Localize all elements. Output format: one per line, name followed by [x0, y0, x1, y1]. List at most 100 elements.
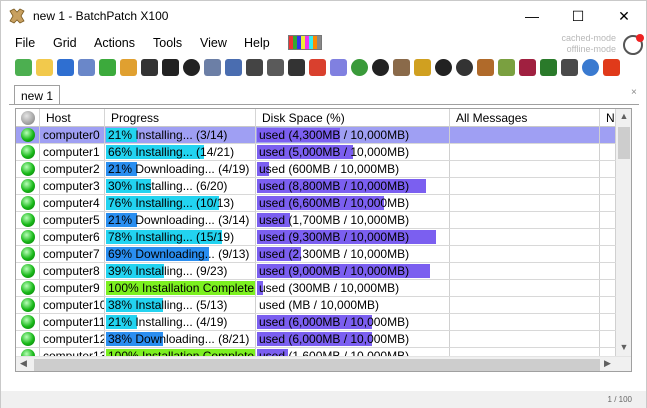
n-cell[interactable] [600, 195, 616, 211]
gear-icon[interactable] [435, 59, 452, 76]
play-icon[interactable] [162, 59, 179, 76]
n-cell[interactable] [600, 161, 616, 177]
search-icon[interactable] [330, 59, 347, 76]
status-cell[interactable] [16, 161, 40, 177]
header-host[interactable]: Host [40, 109, 105, 127]
host-cell[interactable]: computer11 [40, 314, 105, 330]
new-grid-icon[interactable] [15, 59, 32, 76]
scroll-up-icon[interactable]: ▲ [616, 111, 631, 121]
table-row[interactable]: computer4 76% Installing... (10/13) used (… [16, 195, 616, 212]
header-disk-space[interactable]: Disk Space (%) [256, 109, 450, 127]
progress-cell[interactable]: 21% Installing... (3/14) [105, 127, 256, 143]
header-all-messages[interactable]: All Messages [450, 109, 600, 127]
disk-space-cell[interactable]: used (6,000MB / 10,000MB) [256, 314, 450, 330]
table-row[interactable]: computer2 21% Downloading... (4/19) used (… [16, 161, 616, 178]
menu-tools[interactable]: Tools [153, 36, 182, 50]
puzzle-icon[interactable] [498, 59, 515, 76]
table-row[interactable]: computer7 69% Downloading... (9/13) used (… [16, 246, 616, 263]
globe-icon[interactable] [582, 59, 599, 76]
remote-desktop-icon[interactable] [246, 59, 263, 76]
n-cell[interactable] [600, 331, 616, 347]
disk-space-cell[interactable]: used (9,300MB / 10,000MB) [256, 229, 450, 245]
disk-space-cell[interactable]: used (300MB / 10,000MB) [256, 280, 450, 296]
disk-space-cell[interactable]: used (600MB / 10,000MB) [256, 161, 450, 177]
progress-cell[interactable]: 21% Installing... (4/19) [105, 314, 256, 330]
n-cell[interactable] [600, 144, 616, 160]
lock-icon[interactable] [414, 59, 431, 76]
sheet-icon[interactable] [267, 59, 284, 76]
n-cell[interactable] [600, 297, 616, 313]
all-messages-cell[interactable] [450, 161, 600, 177]
menu-view[interactable]: View [200, 36, 227, 50]
package-icon[interactable] [477, 59, 494, 76]
table-row[interactable]: computer6 78% Installing... (15/19) used (… [16, 229, 616, 246]
status-cell[interactable] [16, 297, 40, 313]
progress-cell[interactable]: 21% Downloading... (3/14) [105, 212, 256, 228]
title-bar[interactable]: new 1 - BatchPatch X100 — ☐ ✕ [1, 1, 646, 31]
stop-icon[interactable] [141, 59, 158, 76]
n-cell[interactable] [600, 212, 616, 228]
disk-space-cell[interactable]: used (8,800MB / 10,000MB) [256, 178, 450, 194]
progress-cell[interactable]: 30% Installing... (6/20) [105, 178, 256, 194]
menu-grid[interactable]: Grid [53, 36, 77, 50]
group-icon[interactable] [120, 59, 137, 76]
host-cell[interactable]: computer1 [40, 144, 105, 160]
horizontal-scroll-thumb[interactable] [34, 359, 600, 371]
minimize-button[interactable]: — [509, 1, 555, 31]
status-cell[interactable] [16, 212, 40, 228]
location-icon[interactable] [288, 59, 305, 76]
header-n[interactable]: N [600, 109, 616, 127]
host-cell[interactable]: computer10 [40, 297, 105, 313]
status-cell[interactable] [16, 246, 40, 262]
table-row[interactable]: computer10 38% Installing... (5/13) used (… [16, 297, 616, 314]
status-cell[interactable] [16, 229, 40, 245]
all-messages-cell[interactable] [450, 127, 600, 143]
menu-actions[interactable]: Actions [94, 36, 135, 50]
host-cell[interactable]: computer2 [40, 161, 105, 177]
host-cell[interactable]: computer4 [40, 195, 105, 211]
clock-icon[interactable] [225, 59, 242, 76]
export-icon[interactable] [561, 59, 578, 76]
disk-space-cell[interactable]: used (4,300MB / 10,000MB) [256, 127, 450, 143]
all-messages-cell[interactable] [450, 331, 600, 347]
host-cell[interactable]: computer5 [40, 212, 105, 228]
table-row[interactable]: computer12 38% Downloading... (8/21) used … [16, 331, 616, 348]
all-messages-cell[interactable] [450, 280, 600, 296]
table-row[interactable]: computer1 66% Installing... (14/21) used (… [16, 144, 616, 161]
disk-space-cell[interactable]: used (6,000MB / 10,000MB) [256, 331, 450, 347]
menu-file[interactable]: File [15, 36, 35, 50]
n-cell[interactable] [600, 178, 616, 194]
close-button[interactable]: ✕ [601, 1, 647, 31]
progress-cell[interactable]: 69% Downloading... (9/13) [105, 246, 256, 262]
progress-cell[interactable]: 100% Installation Complete [105, 280, 256, 296]
status-cell[interactable] [16, 263, 40, 279]
stop-circle-icon[interactable] [183, 59, 200, 76]
progress-cell[interactable]: 39% Installing... (9/23) [105, 263, 256, 279]
maximize-button[interactable]: ☐ [555, 1, 601, 31]
status-cell[interactable] [16, 280, 40, 296]
all-messages-cell[interactable] [450, 263, 600, 279]
status-cell[interactable] [16, 178, 40, 194]
table-row[interactable]: computer5 21% Downloading... (3/14) used (… [16, 212, 616, 229]
all-messages-cell[interactable] [450, 178, 600, 194]
color-palette-icon[interactable] [288, 35, 322, 50]
status-cell[interactable] [16, 195, 40, 211]
scroll-down-icon[interactable]: ▼ [616, 342, 631, 352]
n-cell[interactable] [600, 229, 616, 245]
disk-space-cell[interactable]: used (6,600MB / 10,000MB) [256, 195, 450, 211]
table-row[interactable]: computer8 39% Installing... (9/23) used (9… [16, 263, 616, 280]
add-host-icon[interactable] [99, 59, 116, 76]
table-row[interactable]: computer9 100% Installation Complete used … [16, 280, 616, 297]
scroll-left-icon[interactable]: ◀ [20, 358, 27, 369]
host-cell[interactable]: computer6 [40, 229, 105, 245]
deploy-icon[interactable] [393, 59, 410, 76]
n-cell[interactable] [600, 314, 616, 330]
n-cell[interactable] [600, 127, 616, 143]
n-cell[interactable] [600, 246, 616, 262]
library-icon[interactable] [519, 59, 536, 76]
menu-help[interactable]: Help [244, 36, 270, 50]
progress-cell[interactable]: 21% Downloading... (4/19) [105, 161, 256, 177]
scroll-right-icon[interactable]: ▶ [604, 358, 611, 369]
host-cell[interactable]: computer9 [40, 280, 105, 296]
all-messages-cell[interactable] [450, 246, 600, 262]
